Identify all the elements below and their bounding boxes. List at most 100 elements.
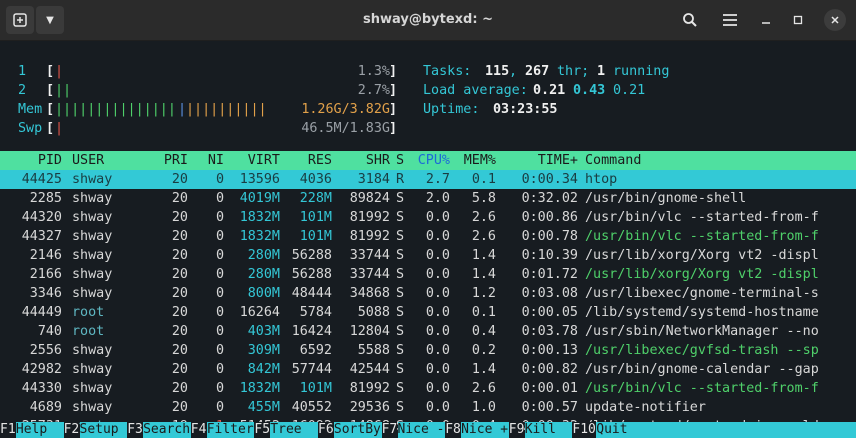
title-bar: ▼ shway@bytexd: ~	[0, 0, 856, 41]
command-col-cell: /usr/lib/xorg/Xorg vt2 -displ	[585, 267, 819, 282]
mem-col-cell: 5.8	[471, 191, 496, 206]
user-col-cell: shway	[72, 286, 113, 301]
column-header-time-col[interactable]: TIME+	[502, 151, 578, 170]
table-row[interactable]: 42982 shway 20 0 842M 57744 42544 S 0.0 1.4 0:00.8…	[0, 360, 856, 379]
column-header-user-col[interactable]: USER	[72, 151, 152, 170]
column-header-virt-col[interactable]: VIRT	[228, 151, 280, 170]
state-col-cell: S	[396, 286, 405, 301]
table-row[interactable]: 2556 shway 20 0 309M 6592 5588 S 0.0 0.2 0:00.13/u…	[0, 341, 856, 360]
pri-col-cell: 20	[171, 400, 188, 415]
table-row[interactable]: 44327 shway 20 0 1832M 101M 81992 S 0.0 2.6 0:00.7…	[0, 227, 856, 246]
fkey-label-f8[interactable]: Nice +	[461, 422, 509, 438]
virt-col-cell: 1832M	[239, 210, 280, 225]
shr-col-cell: 5588	[357, 343, 390, 358]
pid-col-cell: 44425	[21, 172, 62, 187]
minimize-icon[interactable]	[752, 6, 780, 34]
fkey-f3[interactable]: F3	[127, 422, 143, 438]
fkey-f1[interactable]: F1	[0, 422, 16, 438]
column-header-cpu-col[interactable]: CPU%	[410, 151, 450, 170]
pri-col-cell: 20	[171, 381, 188, 396]
pid-col-cell: 44327	[21, 229, 62, 244]
time-col-cell: 0:00.01	[521, 381, 578, 396]
user-col-cell: shway	[72, 400, 113, 415]
fkey-label-f1[interactable]: Help	[15, 422, 64, 438]
fkey-f7[interactable]: F7	[381, 422, 398, 438]
fkey-f10[interactable]: F10	[572, 422, 596, 438]
command-col-cell: /usr/bin/gnome-shell	[585, 191, 747, 206]
fkey-label-f9[interactable]: Kill	[524, 422, 573, 438]
time-col-cell: 0:32.02	[521, 191, 578, 206]
pri-col-cell: 20	[171, 305, 188, 320]
fkey-label-f5[interactable]: Tree	[270, 422, 318, 438]
command-col-cell: /usr/sbin/NetworkManager --no	[585, 324, 819, 339]
state-col-cell: S	[396, 305, 405, 320]
maximize-icon[interactable]	[784, 6, 812, 34]
shr-col-cell: 33744	[349, 267, 390, 282]
table-row[interactable]: 44320 shway 20 0 1832M 101M 81992 S 0.0 2.6 0:00.8…	[0, 208, 856, 227]
res-col-cell: 101M	[299, 229, 332, 244]
cpu-col-cell: 2.7	[425, 172, 450, 187]
terminal-window: ▼ shway@bytexd: ~ 1 [ | 1.3% ] 2 [ || 2.…	[0, 0, 856, 438]
column-header-shr-col[interactable]: SHR	[334, 151, 390, 170]
command-col-cell: htop	[585, 172, 618, 187]
ni-col-cell: 0	[215, 229, 224, 244]
state-col-cell: S	[396, 267, 405, 282]
column-header-command-col[interactable]: Command	[585, 151, 856, 170]
table-row[interactable]: 2285 shway 20 0 4019M 228M 89824 S 2.0 5.8 0:32.02…	[0, 189, 856, 208]
table-row[interactable]: 44449 root 20 0 16264 5784 5088 S 0.0 0.1 0:00.05 /…	[0, 303, 856, 322]
state-col-cell: S	[396, 343, 405, 358]
column-header-pri-col[interactable]: PRI	[150, 151, 188, 170]
virt-col-cell: 842M	[247, 362, 280, 377]
ni-col-cell: 0	[215, 191, 224, 206]
user-col-cell: shway	[72, 172, 113, 187]
fkey-label-f3[interactable]: Search	[143, 422, 191, 438]
hamburger-icon[interactable]	[716, 6, 744, 34]
fkey-f5[interactable]: F5	[254, 422, 271, 438]
terminal-area[interactable]: 1 [ | 1.3% ] 2 [ || 2.7% ] Mem [ |||||||…	[0, 41, 856, 438]
virt-col-cell: 4019M	[239, 191, 280, 206]
cpu-col-cell: 0.0	[425, 286, 450, 301]
fkey-f8[interactable]: F8	[445, 422, 461, 438]
ni-col-cell: 0	[215, 362, 224, 377]
search-icon[interactable]	[676, 6, 704, 34]
close-icon[interactable]	[824, 9, 846, 31]
column-header-mem-col[interactable]: MEM%	[456, 151, 496, 170]
table-row[interactable]: 3346 shway 20 0 800M 48444 34868 S 0.0 1.2 0:03.08…	[0, 284, 856, 303]
table-row-selected[interactable]: 44425 shway 20 0 13596 4036 3184 R 2.7 0.1 0:00.34…	[0, 170, 856, 189]
user-col-cell: shway	[72, 267, 113, 282]
mem-col-cell: 0.1	[471, 305, 496, 320]
column-header-res-col[interactable]: RES	[284, 151, 332, 170]
fkey-label-f4[interactable]: Filter	[206, 422, 255, 438]
table-row[interactable]: 4689 shway 20 0 455M 40552 29536 S 0.0 1.0 0:00.57…	[0, 398, 856, 417]
fkey-f2[interactable]: F2	[63, 422, 80, 438]
pid-col-cell: 2556	[29, 343, 62, 358]
swp-meter: Swp [ | 46.5M/1.83G ]	[18, 121, 398, 136]
virt-col-cell: 1832M	[239, 229, 280, 244]
ni-col-cell: 0	[215, 248, 224, 263]
column-header-state-col[interactable]: S	[396, 151, 408, 170]
pid-col-cell: 3346	[29, 286, 62, 301]
table-row[interactable]: 44330 shway 20 0 1832M 101M 81992 S 0.0 2.6 0:00.0…	[0, 379, 856, 398]
pri-col-cell: 20	[171, 286, 188, 301]
fkey-f6[interactable]: F6	[318, 422, 334, 438]
fkey-label-f2[interactable]: Setup	[79, 422, 128, 438]
state-col-cell: S	[396, 248, 405, 263]
table-row[interactable]: 2146 shway 20 0 280M 56288 33744 S 0.0 1.4 0:10.39…	[0, 246, 856, 265]
table-row[interactable]: 740 root 20 0 403M 16424 12804 S 0.0 0.4 0:03.78/u…	[0, 322, 856, 341]
time-col-cell: 0:00.78	[521, 229, 578, 244]
shr-col-cell: 81992	[349, 381, 390, 396]
ni-col-cell: 0	[215, 324, 224, 339]
time-col-cell: 0:03.08	[521, 286, 578, 301]
column-header-pid-col[interactable]: PID	[8, 151, 62, 170]
user-col-cell: shway	[72, 248, 113, 263]
fkey-f4[interactable]: F4	[190, 422, 207, 438]
fkey-label-f6[interactable]: SortBy	[333, 422, 382, 438]
fkey-label-f10[interactable]: Quit	[596, 422, 856, 438]
virt-col-cell: 800M	[247, 286, 280, 301]
fkey-f9[interactable]: F9	[508, 422, 525, 438]
fkey-label-f7[interactable]: Nice -	[397, 422, 446, 438]
table-row[interactable]: 2166 shway 20 0 280M 56288 33744 S 0.0 1.4 0:01.72…	[0, 265, 856, 284]
column-header-ni-col[interactable]: NI	[196, 151, 224, 170]
ni-col-cell: 0	[215, 381, 224, 396]
res-col-cell: 56288	[291, 248, 332, 263]
